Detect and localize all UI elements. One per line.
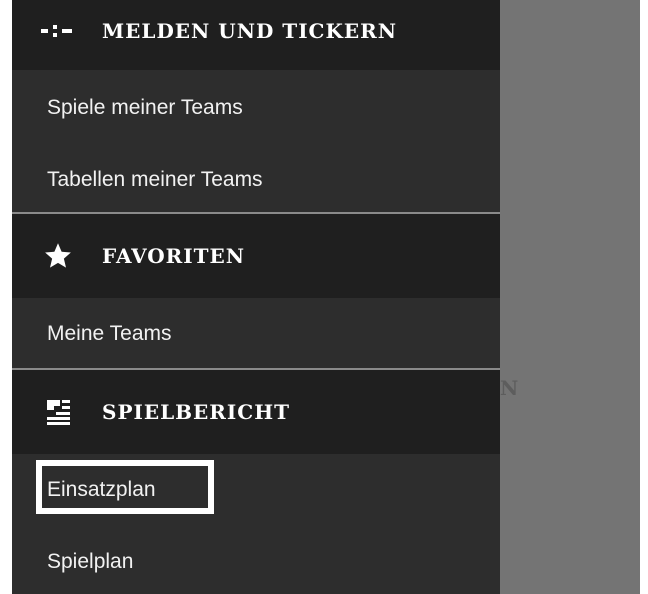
screen: N MELDEN UND TICKERN Spiele meiner Teams… [0, 0, 648, 594]
section-title-favoriten: FAVORITEN [102, 244, 246, 268]
menu-item-tabellen-meiner-teams[interactable]: Tabellen meiner Teams [12, 150, 500, 210]
menu-item-label: Tabellen meiner Teams [47, 168, 263, 191]
menu-item-spielplan[interactable]: Spielplan [12, 532, 500, 592]
ticker-icon [40, 16, 76, 46]
menu-item-label: Spiele meiner Teams [47, 96, 243, 119]
section-header-favoriten: FAVORITEN [12, 214, 500, 298]
background-scrim[interactable] [500, 0, 640, 594]
menu-item-label: Spielplan [47, 550, 134, 573]
navigation-drawer: MELDEN UND TICKERN Spiele meiner Teams T… [12, 0, 500, 594]
star-icon [40, 241, 76, 271]
menu-item-spiele-meiner-teams[interactable]: Spiele meiner Teams [12, 78, 500, 138]
background-partial-text: N [500, 376, 519, 400]
section-title-melden: MELDEN UND TICKERN [102, 19, 397, 43]
report-icon [40, 396, 76, 426]
section-title-spielbericht: SPIELBERICHT [102, 400, 290, 424]
section-header-spielbericht: SPIELBERICHT [12, 370, 500, 454]
menu-item-label: Meine Teams [47, 322, 172, 345]
highlight-box [36, 460, 214, 514]
section-header-melden: MELDEN UND TICKERN [12, 0, 500, 70]
menu-item-meine-teams[interactable]: Meine Teams [12, 304, 500, 364]
